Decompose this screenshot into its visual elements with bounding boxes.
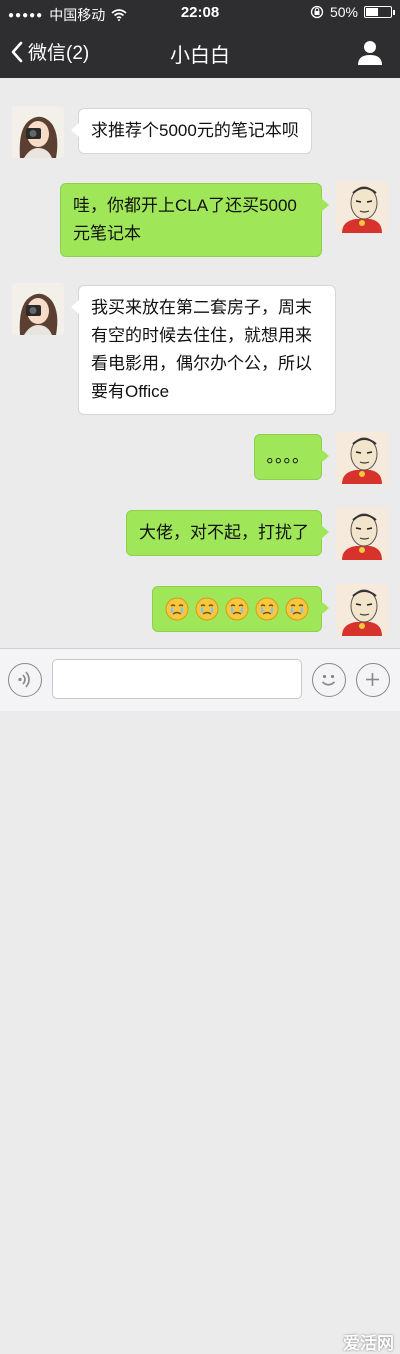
- avatar-girl-image: [12, 283, 64, 335]
- message-bubble-outgoing: 。。。。: [253, 434, 329, 480]
- voice-button[interactable]: [8, 663, 42, 697]
- avatar[interactable]: [12, 283, 64, 335]
- crying-face-icon: [255, 597, 279, 621]
- avatar[interactable]: [336, 584, 388, 636]
- nav-bar: 微信(2) 小白白: [0, 26, 400, 78]
- avatar-cartoon-image: [336, 432, 388, 484]
- avatar-cartoon-image: [336, 508, 388, 560]
- emoji-row: [165, 595, 309, 623]
- avatar[interactable]: [336, 181, 388, 233]
- emoji-button[interactable]: [312, 663, 346, 697]
- rotation-lock-icon: [310, 5, 324, 19]
- plus-button[interactable]: [356, 663, 390, 697]
- page-title: 小白白: [170, 45, 230, 67]
- input-bar: 爱活网: [0, 648, 400, 1353]
- message-bubble-outgoing: 大佬，对不起，打扰了: [126, 510, 329, 556]
- status-right: 50%: [310, 4, 395, 20]
- battery-percent: 50%: [329, 4, 358, 20]
- message-row: 求推荐个5000元的笔记本呗: [0, 106, 400, 162]
- message-bubble-incoming: 我买来放在第二套房子，周末有空的时候去住住，就想用来看电影用，偶尔办个公，所以要…: [71, 285, 336, 415]
- message-row: 大佬，对不起，打扰了: [0, 508, 400, 564]
- watermark-logo: 爱活网: [343, 1334, 394, 1353]
- message-bubble-incoming: 求推荐个5000元的笔记本呗: [71, 108, 312, 154]
- emoji-icon: [321, 674, 336, 686]
- avatar-cartoon-image: [336, 584, 388, 636]
- message-row: 哇，你都开上CLA了还买5000元笔记本: [0, 181, 400, 257]
- avatar[interactable]: [336, 432, 388, 484]
- message-row: 我买来放在第二套房子，周末有空的时候去住住，就想用来看电影用，偶尔办个公，所以要…: [0, 283, 400, 415]
- avatar-girl-image: [12, 106, 64, 158]
- plus-icon: [366, 673, 379, 686]
- avatar[interactable]: [336, 508, 388, 560]
- battery-fill: [366, 8, 378, 16]
- crying-face-icon: [285, 597, 309, 621]
- crying-face-icon: [195, 597, 219, 621]
- avatar[interactable]: [12, 106, 64, 158]
- message-bubble-outgoing: 哇，你都开上CLA了还买5000元笔记本: [60, 183, 329, 257]
- crying-face-icon: [225, 597, 249, 621]
- chat-area: 求推荐个5000元的笔记本呗 哇，你都开上CLA了还买5000元笔记本 我买来放…: [0, 78, 400, 648]
- message-bubble-emoji: [152, 586, 329, 632]
- avatar-cartoon-image: [336, 181, 388, 233]
- message-row: [0, 584, 400, 644]
- battery-icon: [364, 6, 395, 18]
- message-input[interactable]: [52, 659, 302, 699]
- crying-face-icon: [165, 597, 189, 621]
- person-icon[interactable]: [356, 38, 384, 66]
- voice-icon: [18, 671, 30, 688]
- status-bar: ●●●●● 中国移动 22:08 50%: [0, 0, 400, 26]
- message-row: 。。。。: [0, 432, 400, 488]
